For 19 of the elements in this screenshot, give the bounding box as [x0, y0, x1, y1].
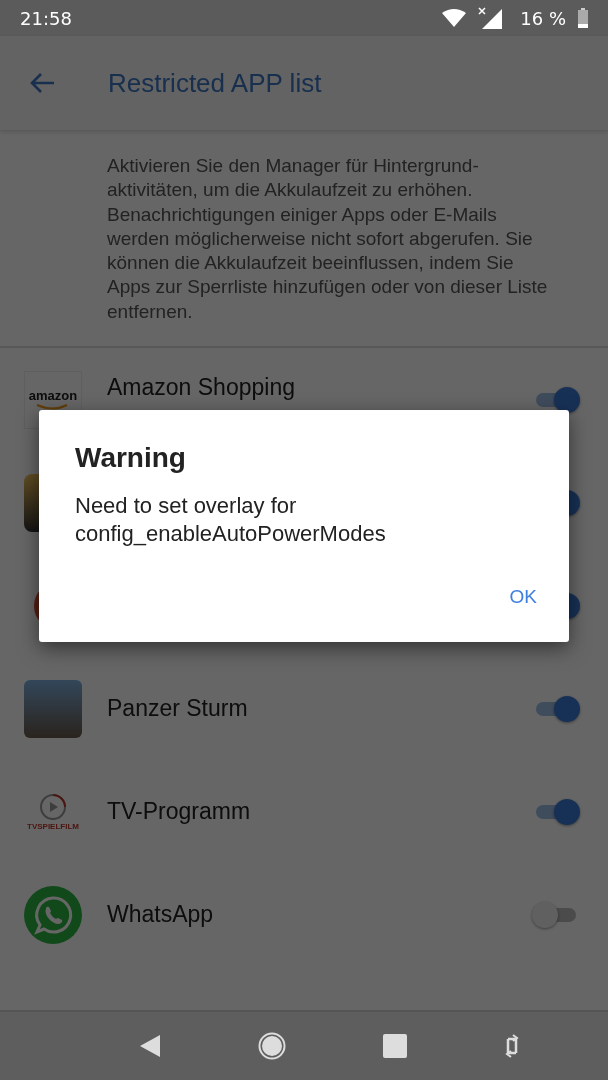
screen-title: Restricted APP list [108, 67, 322, 99]
phone-bubble-icon [24, 885, 82, 944]
photo-placeholder [24, 679, 82, 738]
app-name: Amazon Shopping [107, 374, 295, 402]
battery-level: 16 % [520, 7, 566, 29]
app-name: Panzer Sturm [107, 695, 248, 723]
clock: 21:58 [20, 7, 73, 29]
dialog-message: Need to set overlay for config_enableAutoPowerModes [75, 492, 387, 548]
rotate-icon[interactable] [503, 1033, 520, 1059]
app-name: TV-Programm [107, 798, 251, 826]
description-text: Aktivieren Sie den Manager für Hintergrund-aktivitäten, um die Akkulaufzeit zu erhöhen. Benachrichtigungen einiger Apps oder E-Mails werden möglicherweise nicht sofort abgerufen. Sie können die Akkulaufzeit beeinflussen, indem Sie Apps zur Sperrliste hinzufügen oder von dieser Liste entfernen. [107, 154, 549, 324]
app-name: WhatsApp [107, 901, 214, 929]
signal-icon [478, 7, 505, 29]
home-icon[interactable] [257, 1032, 286, 1060]
overview-icon[interactable] [382, 1034, 407, 1058]
dialog-title: Warning [75, 442, 187, 474]
back-icon[interactable] [138, 1034, 161, 1058]
battery-icon [578, 8, 588, 28]
wifi-icon [442, 9, 467, 27]
